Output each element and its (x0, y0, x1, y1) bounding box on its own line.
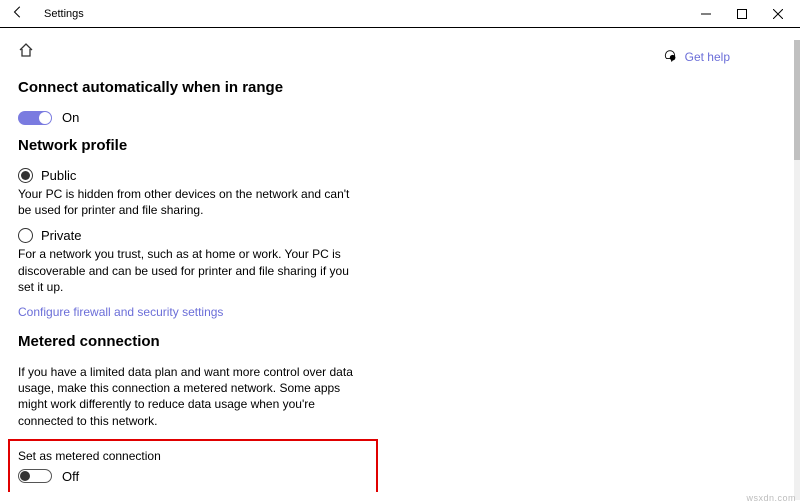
radio-private-label: Private (41, 228, 81, 243)
private-desc: For a network you trust, such as at home… (18, 246, 363, 295)
metered-toggle[interactable] (18, 469, 52, 483)
scrollbar-thumb[interactable] (794, 40, 800, 160)
metered-highlight: Set as metered connection Off If you set… (8, 439, 378, 492)
close-button[interactable] (760, 0, 796, 28)
connect-auto-toggle-label: On (62, 110, 79, 125)
metered-intro: If you have a limited data plan and want… (18, 364, 363, 429)
connect-auto-toggle[interactable] (18, 111, 52, 125)
radio-private-indicator (18, 228, 33, 243)
metered-sub-heading: Set as metered connection (18, 449, 368, 463)
firewall-settings-link[interactable]: Configure firewall and security settings (18, 305, 223, 319)
radio-public[interactable]: Public (18, 168, 782, 183)
minimize-button[interactable] (688, 0, 724, 28)
radio-private[interactable]: Private (18, 228, 782, 243)
radio-public-indicator (18, 168, 33, 183)
back-button[interactable] (4, 5, 32, 22)
watermark: wsxdn.com (746, 493, 796, 503)
radio-public-label: Public (41, 168, 76, 183)
public-desc: Your PC is hidden from other devices on … (18, 186, 363, 218)
network-profile-heading: Network profile (18, 137, 782, 154)
metered-heading: Metered connection (18, 333, 782, 350)
titlebar: Settings (0, 0, 800, 28)
metered-toggle-label: Off (62, 469, 79, 484)
maximize-button[interactable] (724, 0, 760, 28)
connect-auto-heading: Connect automatically when in range (18, 79, 782, 96)
content-area: Connect automatically when in range On N… (0, 28, 800, 492)
window-title: Settings (44, 8, 84, 20)
vertical-scrollbar[interactable] (794, 40, 800, 500)
home-icon[interactable] (18, 42, 34, 61)
data-limit-desc: If you set a data limit, Windows will se… (18, 490, 363, 492)
